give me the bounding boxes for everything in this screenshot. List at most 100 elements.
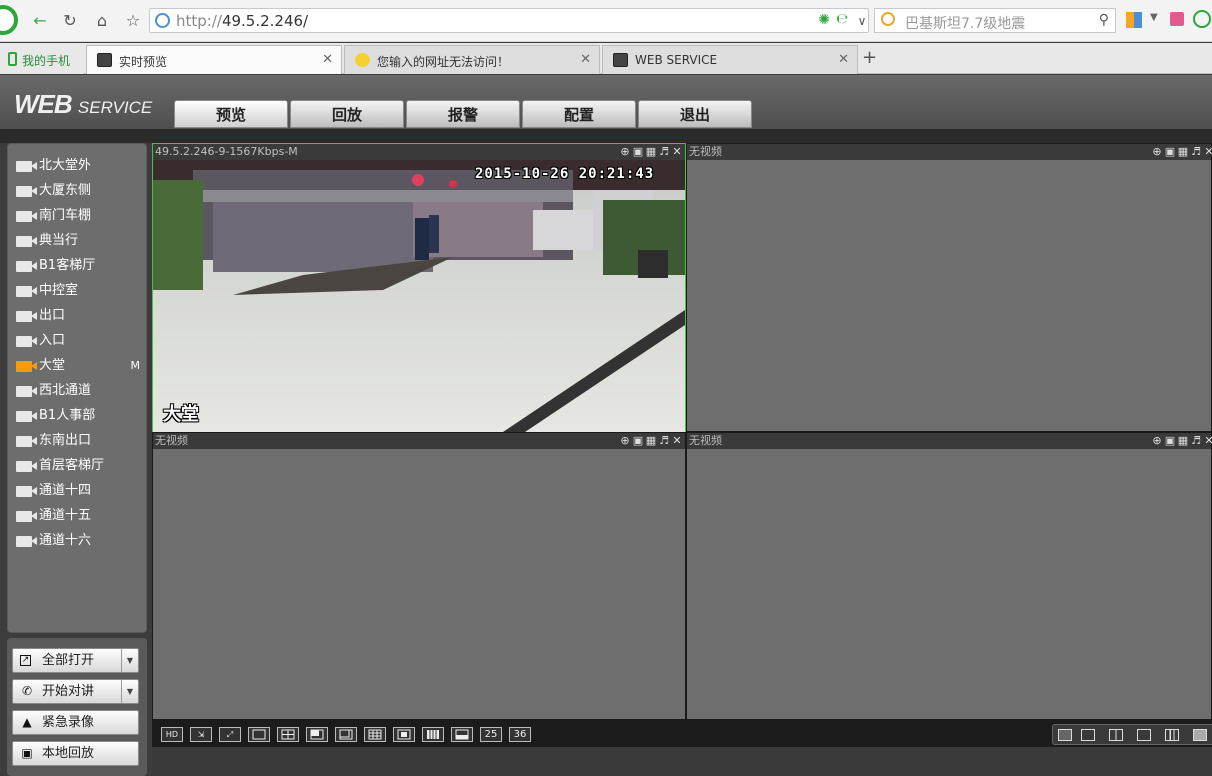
audio-icon[interactable]: ♬	[658, 145, 670, 158]
tab-my-phone[interactable]: 我的手机	[0, 45, 84, 74]
channel-item-selected[interactable]: 大堂 M	[16, 355, 144, 377]
search-input[interactable]: 巴基斯坦7.7级地震	[905, 13, 1025, 33]
refresh-icon[interactable]: ↻	[58, 9, 82, 33]
video-pane-3[interactable]: 无视频 ⊕ ▣ ▦ ♬ ✕	[152, 432, 686, 720]
new-tab-button[interactable]: +	[862, 47, 877, 68]
channel-item[interactable]: 出口	[16, 305, 144, 327]
channel-item[interactable]: 东南出口	[16, 430, 144, 452]
ie-icon[interactable]: ℮	[836, 11, 848, 27]
stream-mode-icon[interactable]	[1058, 729, 1072, 741]
zoom-icon[interactable]: ⊕	[1151, 434, 1163, 447]
apps-icon[interactable]	[1126, 12, 1142, 28]
channel-item[interactable]: 通道十六	[16, 530, 144, 552]
zoom-icon[interactable]: ⊕	[619, 434, 631, 447]
fullscreen-icon[interactable]: ⤢	[219, 727, 241, 742]
window-single-icon[interactable]	[1081, 729, 1095, 741]
channel-item[interactable]: 中控室	[16, 280, 144, 302]
emergency-record-button[interactable]: ▲ 紧急录像	[12, 710, 139, 735]
video-pane-1[interactable]: 49.5.2.246-9-1567Kbps-M ⊕ ▣ ▦ ♬ ✕ 2015-1…	[152, 143, 686, 432]
channel-item[interactable]: B1客梯厅	[16, 255, 144, 277]
globe-icon	[155, 13, 170, 28]
snapshot-icon[interactable]: ▣	[632, 145, 644, 158]
channel-item[interactable]: 南门车棚	[16, 205, 144, 227]
channel-item[interactable]: B1人事部	[16, 405, 144, 427]
nav-preview[interactable]: 预览	[174, 100, 288, 128]
window-quad-icon[interactable]	[1109, 729, 1123, 741]
security-icon[interactable]	[1193, 10, 1211, 28]
layout-6-icon[interactable]	[306, 727, 328, 742]
audio-icon[interactable]: ♬	[1190, 434, 1202, 447]
hd-layout-icon[interactable]: HD	[161, 727, 183, 742]
channel-item[interactable]: 大厦东侧	[16, 180, 144, 202]
dropdown-arrow-icon[interactable]: ▼	[121, 649, 138, 672]
layout-20-icon[interactable]	[451, 727, 473, 742]
channel-label: 入口	[39, 333, 66, 348]
audio-icon[interactable]: ♬	[1190, 145, 1202, 158]
close-tab-icon[interactable]: ✕	[838, 52, 849, 67]
channel-label: B1客梯厅	[39, 258, 96, 273]
window-sixteen-icon[interactable]	[1193, 729, 1207, 741]
close-tab-icon[interactable]: ✕	[580, 52, 591, 67]
channel-item[interactable]: 首层客梯厅	[16, 455, 144, 477]
video-pane-4[interactable]: 无视频 ⊕ ▣ ▦ ♬ ✕	[686, 432, 1212, 720]
nav-logout[interactable]: 退出	[638, 100, 752, 128]
close-icon[interactable]: ✕	[671, 145, 683, 158]
record-icon[interactable]: ▦	[645, 145, 657, 158]
layout-25-button[interactable]: 25	[480, 727, 502, 742]
fit-icon[interactable]: ⇲	[190, 727, 212, 742]
apps-dropdown-icon[interactable]: ▼	[1150, 12, 1158, 23]
favorite-star-icon[interactable]: ☆	[121, 9, 145, 33]
nav-playback[interactable]: 回放	[290, 100, 404, 128]
channel-item[interactable]: 西北通道	[16, 380, 144, 402]
audio-icon[interactable]: ♬	[658, 434, 670, 447]
layout-1-icon[interactable]	[248, 727, 270, 742]
nav-config[interactable]: 配置	[522, 100, 636, 128]
channel-item[interactable]: 北大堂外	[16, 155, 144, 177]
record-icon[interactable]: ▦	[645, 434, 657, 447]
brand-main: WEB	[14, 89, 73, 119]
search-box[interactable]: 巴基斯坦7.7级地震 ⚲	[874, 8, 1116, 33]
nav-alarm[interactable]: 报警	[406, 100, 520, 128]
channel-item[interactable]: 典当行	[16, 230, 144, 252]
layout-8-icon[interactable]	[335, 727, 357, 742]
back-icon[interactable]: ←	[28, 9, 52, 33]
channel-item[interactable]: 通道十四	[16, 480, 144, 502]
tab-label: 您输入的网址无法访问！	[377, 55, 510, 69]
pane-title: 无视频	[155, 434, 188, 447]
channel-item[interactable]: 入口	[16, 330, 144, 352]
home-icon[interactable]: ⌂	[90, 9, 114, 33]
chevron-down-icon[interactable]: ∨	[850, 9, 874, 33]
open-all-button[interactable]: ↗ 全部打开 ▼	[12, 648, 139, 673]
address-bar[interactable]: http://49.5.2.246/ ✺ ℮	[149, 8, 869, 33]
start-talk-button[interactable]: ✆ 开始对讲 ▼	[12, 679, 139, 704]
window-pip-icon[interactable]	[1137, 729, 1151, 741]
extension-icon[interactable]	[1170, 12, 1184, 26]
zoom-icon[interactable]: ⊕	[619, 145, 631, 158]
snapshot-icon[interactable]: ▣	[1164, 145, 1176, 158]
tab-live-preview[interactable]: 实时预览 ✕	[86, 45, 342, 74]
local-playback-button[interactable]: ▣ 本地回放	[12, 741, 139, 766]
search-icon[interactable]: ⚲	[1099, 12, 1109, 28]
channel-item[interactable]: 通道十五	[16, 505, 144, 527]
dropdown-arrow-icon[interactable]: ▼	[121, 680, 138, 703]
record-icon[interactable]: ▦	[1177, 145, 1189, 158]
zoom-icon[interactable]: ⊕	[1151, 145, 1163, 158]
snapshot-icon[interactable]: ▣	[632, 434, 644, 447]
layout-36-button[interactable]: 36	[509, 727, 531, 742]
live-video-feed[interactable]: 2015-10-26 20:21:43 大堂	[153, 160, 685, 432]
tab-web-service[interactable]: WEB SERVICE ✕	[602, 45, 858, 74]
layout-13-icon[interactable]	[393, 727, 415, 742]
layout-9-icon[interactable]	[364, 727, 386, 742]
layout-4-icon[interactable]	[277, 727, 299, 742]
tab-error[interactable]: 您输入的网址无法访问！ ✕	[344, 45, 600, 74]
video-pane-2[interactable]: 无视频 ⊕ ▣ ▦ ♬ ✕	[686, 143, 1212, 432]
layout-16-icon[interactable]	[422, 727, 444, 742]
refresh-green-icon[interactable]: ✺	[818, 12, 830, 28]
close-icon[interactable]: ✕	[671, 434, 683, 447]
snapshot-icon[interactable]: ▣	[1164, 434, 1176, 447]
record-icon[interactable]: ▦	[1177, 434, 1189, 447]
window-nine-icon[interactable]	[1165, 729, 1179, 741]
close-tab-icon[interactable]: ✕	[322, 52, 333, 67]
close-icon[interactable]: ✕	[1203, 145, 1212, 158]
close-icon[interactable]: ✕	[1203, 434, 1212, 447]
